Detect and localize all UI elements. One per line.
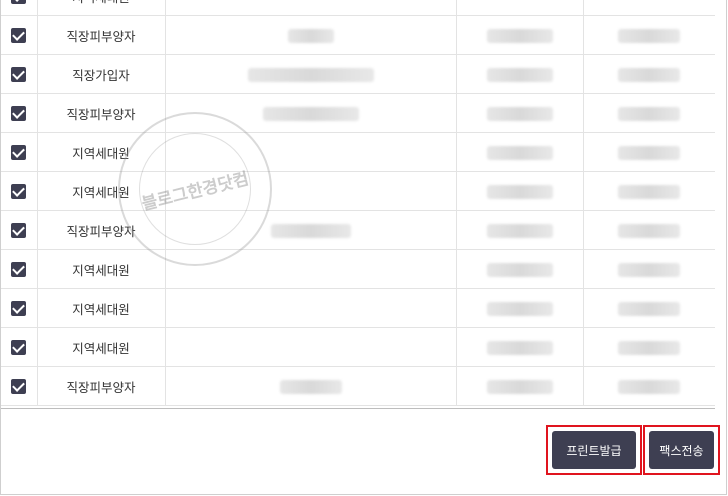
member-type-cell: 지역세대원 xyxy=(37,327,166,367)
row-checkbox[interactable] xyxy=(11,28,27,43)
fax-send-button[interactable]: 팩스전송 xyxy=(649,431,714,469)
blurred-cell xyxy=(583,15,715,55)
blurred-cell xyxy=(583,288,715,328)
row-checkbox[interactable] xyxy=(11,145,27,160)
table-bottom-border xyxy=(1,408,715,409)
table-row[interactable]: 지역세대원 xyxy=(1,0,715,16)
blurred-cell xyxy=(583,366,715,406)
blurred-cell xyxy=(456,171,584,211)
blurred-cell xyxy=(456,249,584,289)
blurred-cell xyxy=(583,171,715,211)
blurred-cell xyxy=(583,327,715,367)
blurred-cell xyxy=(456,210,584,250)
document-table: 지역세대원 직장피부양자 직장가입자 직장피부양자 xyxy=(1,0,715,406)
table-row[interactable]: 지역세대원 xyxy=(1,288,715,328)
blurred-cell xyxy=(456,288,584,328)
row-checkbox[interactable] xyxy=(11,67,27,82)
table-row[interactable]: 직장가입자 xyxy=(1,54,715,94)
blurred-cell xyxy=(583,132,715,172)
blurred-cell xyxy=(583,210,715,250)
row-checkbox[interactable] xyxy=(11,340,27,355)
blurred-cell xyxy=(165,210,457,250)
blurred-cell xyxy=(165,54,457,94)
blurred-cell xyxy=(165,93,457,133)
row-checkbox[interactable] xyxy=(11,0,27,4)
member-type-cell: 지역세대원 xyxy=(37,288,166,328)
table-row[interactable]: 지역세대원 xyxy=(1,171,715,211)
table-row[interactable]: 직장피부양자 xyxy=(1,93,715,133)
blurred-cell xyxy=(583,249,715,289)
member-type-cell: 지역세대원 xyxy=(37,171,166,211)
blurred-cell xyxy=(456,54,584,94)
member-type-cell: 직장가입자 xyxy=(37,54,166,94)
blurred-cell xyxy=(583,54,715,94)
blurred-cell xyxy=(456,327,584,367)
member-type-cell: 직장피부양자 xyxy=(37,366,166,406)
blurred-cell xyxy=(165,15,457,55)
row-checkbox[interactable] xyxy=(11,379,27,394)
row-checkbox[interactable] xyxy=(11,262,27,277)
table-row[interactable]: 지역세대원 xyxy=(1,132,715,172)
member-type-cell: 직장피부양자 xyxy=(37,93,166,133)
member-type-cell: 지역세대원 xyxy=(37,0,166,16)
member-type-cell: 지역세대원 xyxy=(37,249,166,289)
table-row[interactable]: 직장피부양자 xyxy=(1,15,715,55)
row-checkbox[interactable] xyxy=(11,301,27,316)
member-type-cell: 지역세대원 xyxy=(37,132,166,172)
blurred-cell xyxy=(456,15,584,55)
member-type-cell: 직장피부양자 xyxy=(37,15,166,55)
blurred-cell xyxy=(583,93,715,133)
member-type-cell: 직장피부양자 xyxy=(37,210,166,250)
blurred-cell xyxy=(456,132,584,172)
blurred-cell xyxy=(456,93,584,133)
row-checkbox[interactable] xyxy=(11,223,27,238)
table-row[interactable]: 직장피부양자 xyxy=(1,366,715,406)
print-issue-button[interactable]: 프린트발급 xyxy=(552,431,636,469)
row-checkbox[interactable] xyxy=(11,106,27,121)
table-row[interactable]: 지역세대원 xyxy=(1,249,715,289)
blurred-cell xyxy=(165,366,457,406)
table-row[interactable]: 지역세대원 xyxy=(1,327,715,367)
table-row[interactable]: 직장피부양자 xyxy=(1,210,715,250)
blurred-cell xyxy=(456,366,584,406)
row-checkbox[interactable] xyxy=(11,184,27,199)
